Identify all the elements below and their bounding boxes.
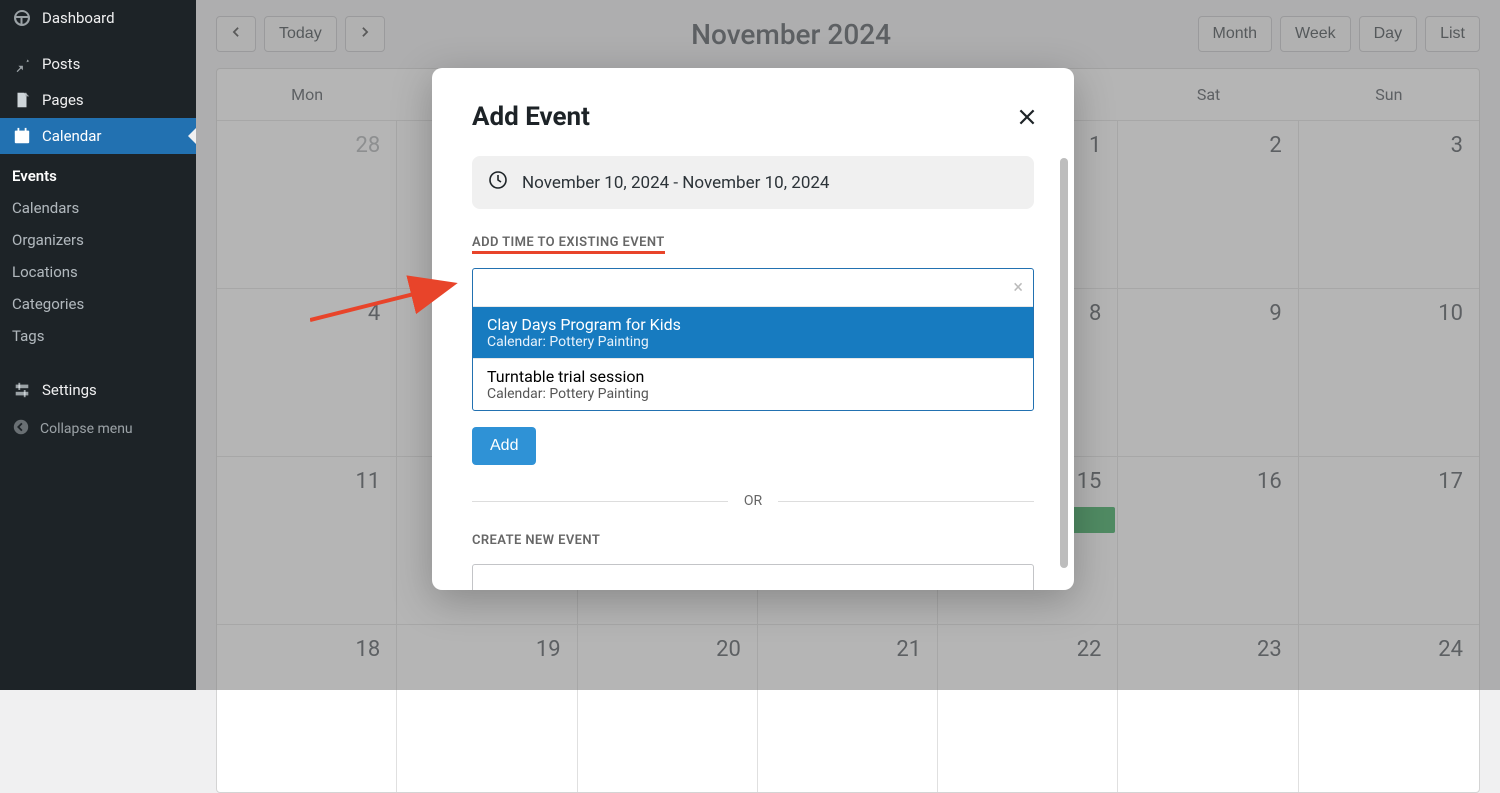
settings-icon: [12, 380, 32, 400]
sidebar-submenu: Events Calendars Organizers Locations Ca…: [0, 154, 196, 362]
sidebar-label: Posts: [42, 55, 80, 73]
sidebar-item-calendar[interactable]: Calendar: [0, 118, 196, 154]
dashboard-icon: [12, 8, 32, 28]
sidebar-item-settings[interactable]: Settings: [0, 372, 196, 408]
event-option-title: Turntable trial session: [487, 367, 1019, 386]
date-range-text: November 10, 2024 - November 10, 2024: [522, 173, 829, 193]
event-option-title: Clay Days Program for Kids: [487, 315, 1019, 334]
sidebar-label: Pages: [42, 91, 84, 109]
submenu-item-events[interactable]: Events: [0, 160, 196, 192]
add-button[interactable]: Add: [472, 427, 536, 465]
modal-title: Add Event: [472, 102, 1034, 132]
existing-event-select[interactable]: × Clay Days Program for Kids Calendar: P…: [472, 268, 1034, 411]
or-divider: OR: [472, 493, 1034, 509]
sidebar-item-posts[interactable]: Posts: [0, 46, 196, 82]
collapse-label: Collapse menu: [40, 421, 133, 437]
modal-scrollbar[interactable]: [1060, 158, 1068, 568]
pin-icon: [12, 54, 32, 74]
section-label-new: CREATE NEW EVENT: [472, 533, 1034, 548]
x-icon: ×: [1013, 277, 1023, 298]
or-label: OR: [744, 493, 762, 509]
event-option[interactable]: Turntable trial session Calendar: Potter…: [473, 358, 1033, 410]
section-label-existing: ADD TIME TO EXISTING EVENT: [472, 235, 665, 254]
sidebar-label: Dashboard: [42, 9, 115, 27]
calendar-icon: [12, 126, 32, 146]
close-modal-button[interactable]: [1016, 106, 1038, 132]
submenu-item-categories[interactable]: Categories: [0, 288, 196, 320]
date-range-pill[interactable]: November 10, 2024 - November 10, 2024: [472, 156, 1034, 209]
submenu-item-tags[interactable]: Tags: [0, 320, 196, 352]
event-option[interactable]: Clay Days Program for Kids Calendar: Pot…: [473, 306, 1033, 358]
sidebar-label: Settings: [42, 381, 97, 399]
submenu-item-locations[interactable]: Locations: [0, 256, 196, 288]
clear-search-button[interactable]: ×: [1013, 277, 1023, 298]
event-option-sub: Calendar: Pottery Painting: [487, 386, 1019, 402]
divider-line: [778, 501, 1034, 502]
pages-icon: [12, 90, 32, 110]
submenu-item-calendars[interactable]: Calendars: [0, 192, 196, 224]
collapse-icon: [12, 418, 30, 440]
sidebar-label: Calendar: [42, 127, 102, 145]
existing-event-search-input[interactable]: [473, 269, 1033, 306]
new-event-title-input[interactable]: [472, 564, 1034, 590]
admin-sidebar: Dashboard Posts Pages Calendar Events Ca…: [0, 0, 196, 690]
collapse-menu-button[interactable]: Collapse menu: [0, 408, 196, 450]
add-event-modal: Add Event November 10, 2024 - November 1…: [432, 68, 1074, 590]
sidebar-item-pages[interactable]: Pages: [0, 82, 196, 118]
event-option-sub: Calendar: Pottery Painting: [487, 334, 1019, 350]
clock-icon: [488, 170, 508, 195]
divider-line: [472, 501, 728, 502]
submenu-item-organizers[interactable]: Organizers: [0, 224, 196, 256]
close-icon: [1016, 113, 1038, 132]
sidebar-item-dashboard[interactable]: Dashboard: [0, 0, 196, 36]
